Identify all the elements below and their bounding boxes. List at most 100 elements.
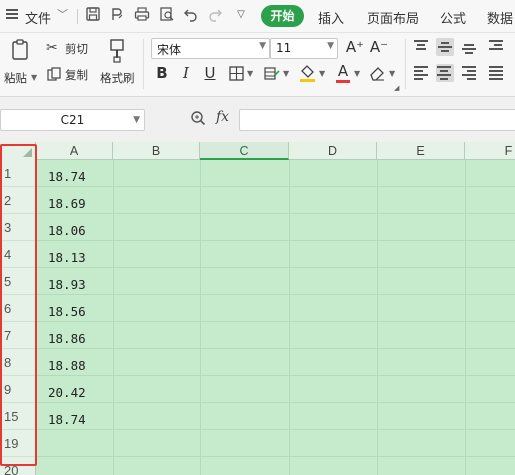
column-header-f[interactable]: F (465, 142, 515, 160)
cell-a-value[interactable]: 18.13 (48, 244, 86, 271)
paste-button[interactable]: 粘贴 ▼ (4, 37, 38, 89)
chevron-down-icon: ▼ (327, 41, 334, 51)
column-header-a[interactable]: A (36, 142, 113, 160)
row-header[interactable]: 7 (0, 322, 36, 349)
chevron-down-icon: ▼ (319, 69, 326, 78)
customize-toolbar-chevron-icon[interactable]: ▽ (232, 6, 250, 24)
align-middle-icon[interactable] (436, 38, 454, 56)
column-header-row: A B C D E F (0, 142, 515, 160)
cell-a-value[interactable]: 18.86 (48, 325, 86, 352)
column-header-c[interactable]: C (200, 142, 289, 160)
cell-a-value[interactable]: 18.93 (48, 271, 86, 298)
zoom-icon[interactable] (190, 110, 206, 128)
underline-button[interactable]: U (201, 64, 219, 82)
export-icon[interactable] (108, 6, 126, 24)
cell-a-value[interactable]: 18.56 (48, 298, 86, 325)
copy-icon (47, 67, 61, 81)
indent-icon[interactable] (488, 38, 506, 56)
formula-bar: C21 ▼ fx (0, 97, 515, 142)
row-header[interactable]: 20 (0, 457, 36, 475)
font-color-button[interactable]: A ▼ (334, 62, 364, 84)
table-row (36, 187, 515, 214)
grow-font-button[interactable]: A⁺ (345, 38, 365, 56)
font-dialog-launcher-icon[interactable]: ◢ (394, 84, 399, 92)
tab-formulas[interactable]: 公式 (440, 8, 466, 27)
format-painter-button[interactable]: 格式刷 (98, 37, 136, 89)
menu-bar: 文件 ﹀ ▽ 开始 插入 页面布局 公式 数据 (0, 0, 515, 33)
paste-chevron-icon[interactable]: ▼ (31, 73, 37, 82)
table-row (36, 268, 515, 295)
align-bottom-icon[interactable] (461, 38, 479, 56)
tab-data[interactable]: 数据 (487, 8, 513, 27)
cell-a-value[interactable]: 20.42 (48, 379, 86, 406)
align-left-icon[interactable] (413, 64, 431, 82)
row-header[interactable]: 15 (0, 403, 36, 430)
font-size-value: 11 (276, 41, 292, 55)
cell-a-value[interactable]: 18.74 (48, 163, 86, 190)
table-row (36, 241, 515, 268)
borders-icon (229, 66, 244, 84)
cut-button[interactable]: ✂ 剪切 (46, 40, 92, 58)
cell-a-value[interactable]: 18.06 (48, 217, 86, 244)
bold-button[interactable]: B (153, 64, 171, 82)
insert-function-icon[interactable]: fx (216, 109, 229, 125)
cell-style-button[interactable]: ▼ (264, 65, 294, 83)
table-row (36, 457, 515, 475)
file-menu[interactable]: 文件 (25, 8, 51, 27)
table-row (36, 430, 515, 457)
cell-a-value[interactable]: 18.69 (48, 190, 86, 217)
italic-button[interactable]: I (177, 64, 195, 82)
table-row (36, 160, 515, 187)
cell-a-value[interactable]: 18.88 (48, 352, 86, 379)
row-header[interactable]: 2 (0, 187, 36, 214)
align-right-icon[interactable] (461, 64, 479, 82)
copy-button[interactable]: 复制 (46, 66, 92, 84)
align-top-icon[interactable] (413, 38, 431, 56)
format-painter-icon (108, 39, 126, 63)
cell-a-value[interactable]: 18.74 (48, 406, 86, 433)
column-header-e[interactable]: E (377, 142, 465, 160)
save-icon[interactable] (84, 6, 102, 24)
undo-icon[interactable] (182, 6, 200, 24)
table-row (36, 295, 515, 322)
justify-icon[interactable] (488, 64, 506, 82)
chevron-down-icon: ▼ (389, 69, 396, 78)
row-header[interactable]: 9 (0, 376, 36, 403)
chevron-down-icon[interactable]: ▼ (133, 110, 140, 130)
format-painter-label: 格式刷 (100, 71, 135, 85)
ribbon-toolbar: 粘贴 ▼ ✂ 剪切 复制 格式刷 宋体 ▼ 11 ▼ A⁺ A⁻ B I U ▼ (0, 33, 515, 97)
font-name-select[interactable]: 宋体 ▼ (151, 38, 270, 59)
row-header[interactable]: 8 (0, 349, 36, 376)
paint-bucket-icon (299, 64, 316, 86)
hamburger-menu-icon[interactable] (6, 9, 18, 19)
print-icon[interactable] (133, 6, 151, 24)
formula-input[interactable] (239, 109, 515, 131)
row-header[interactable]: 19 (0, 430, 36, 457)
column-header-d[interactable]: D (289, 142, 377, 160)
row-header[interactable]: 5 (0, 268, 36, 295)
row-header[interactable]: 1 (0, 160, 36, 187)
shrink-font-button[interactable]: A⁻ (369, 38, 389, 56)
row-header[interactable]: 3 (0, 214, 36, 241)
fill-color-button[interactable]: ▼ (299, 64, 329, 84)
row-header[interactable]: 4 (0, 241, 36, 268)
spreadsheet-grid[interactable]: A B C D E F 1 18.74 2 18.69 3 18.06 4 18… (0, 142, 515, 475)
select-all-corner[interactable] (0, 142, 36, 160)
tab-start[interactable]: 开始 (261, 5, 304, 27)
scissors-icon: ✂ (46, 40, 58, 56)
font-size-select[interactable]: 11 ▼ (270, 38, 338, 59)
clear-format-button[interactable]: ▼ (369, 64, 399, 84)
tab-insert[interactable]: 插入 (318, 8, 344, 27)
chevron-down-icon[interactable]: ﹀ (57, 6, 68, 22)
print-preview-icon[interactable] (158, 6, 176, 24)
row-header[interactable]: 6 (0, 295, 36, 322)
name-box[interactable]: C21 ▼ (0, 109, 145, 131)
chevron-down-icon: ▼ (259, 41, 266, 51)
font-name-value: 宋体 (157, 43, 182, 57)
borders-button[interactable]: ▼ (229, 65, 259, 83)
column-header-b[interactable]: B (113, 142, 200, 160)
cell-reference: C21 (60, 113, 85, 127)
redo-icon[interactable] (206, 6, 224, 24)
tab-page-layout[interactable]: 页面布局 (367, 8, 419, 27)
align-center-icon[interactable] (436, 64, 454, 82)
